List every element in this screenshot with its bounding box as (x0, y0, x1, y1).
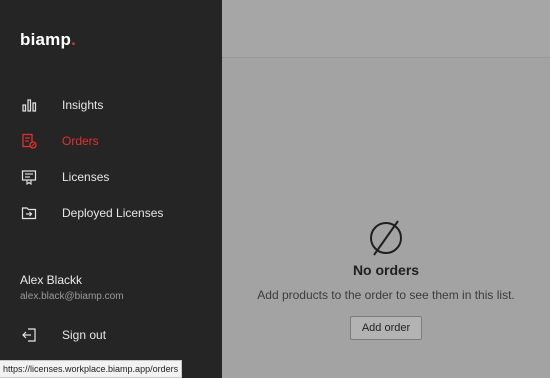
biamp-logo[interactable]: biamp. (20, 30, 76, 50)
add-order-button[interactable]: Add order (349, 316, 423, 340)
sidebar-item-insights[interactable]: Insights (0, 93, 222, 117)
bar-chart-icon (22, 99, 37, 112)
sidebar-item-label: Licenses (62, 170, 110, 184)
sidebar: biamp. Insights Orders Licenses Deployed… (0, 0, 222, 378)
sidebar-item-label: Deployed Licenses (62, 206, 164, 220)
sign-out-button[interactable]: Sign out (0, 323, 222, 347)
empty-set-icon (370, 220, 402, 256)
sidebar-item-label: Orders (62, 134, 99, 148)
logo-dot: . (71, 30, 76, 49)
user-email: alex.black@biamp.com (20, 291, 124, 302)
sidebar-item-deployed-licenses[interactable]: Deployed Licenses (0, 201, 222, 225)
folder-deploy-icon (21, 207, 37, 220)
sidebar-item-orders[interactable]: Orders (0, 129, 222, 153)
logo-text: biamp (20, 30, 72, 49)
sidebar-item-label: Insights (62, 98, 104, 112)
empty-state-subtitle: Add products to the order to see them in… (257, 288, 515, 302)
orders-icon (22, 133, 37, 149)
empty-state: No orders Add products to the order to s… (222, 218, 550, 340)
license-certificate-icon (21, 170, 37, 185)
user-name: Alex Blackk (20, 273, 83, 287)
empty-state-title: No orders (352, 262, 420, 278)
sign-out-icon (22, 328, 36, 342)
status-bar-url: https://licenses.workplace.biamp.app/ord… (0, 360, 183, 378)
sidebar-item-licenses[interactable]: Licenses (0, 165, 222, 189)
sign-out-label: Sign out (62, 328, 107, 342)
